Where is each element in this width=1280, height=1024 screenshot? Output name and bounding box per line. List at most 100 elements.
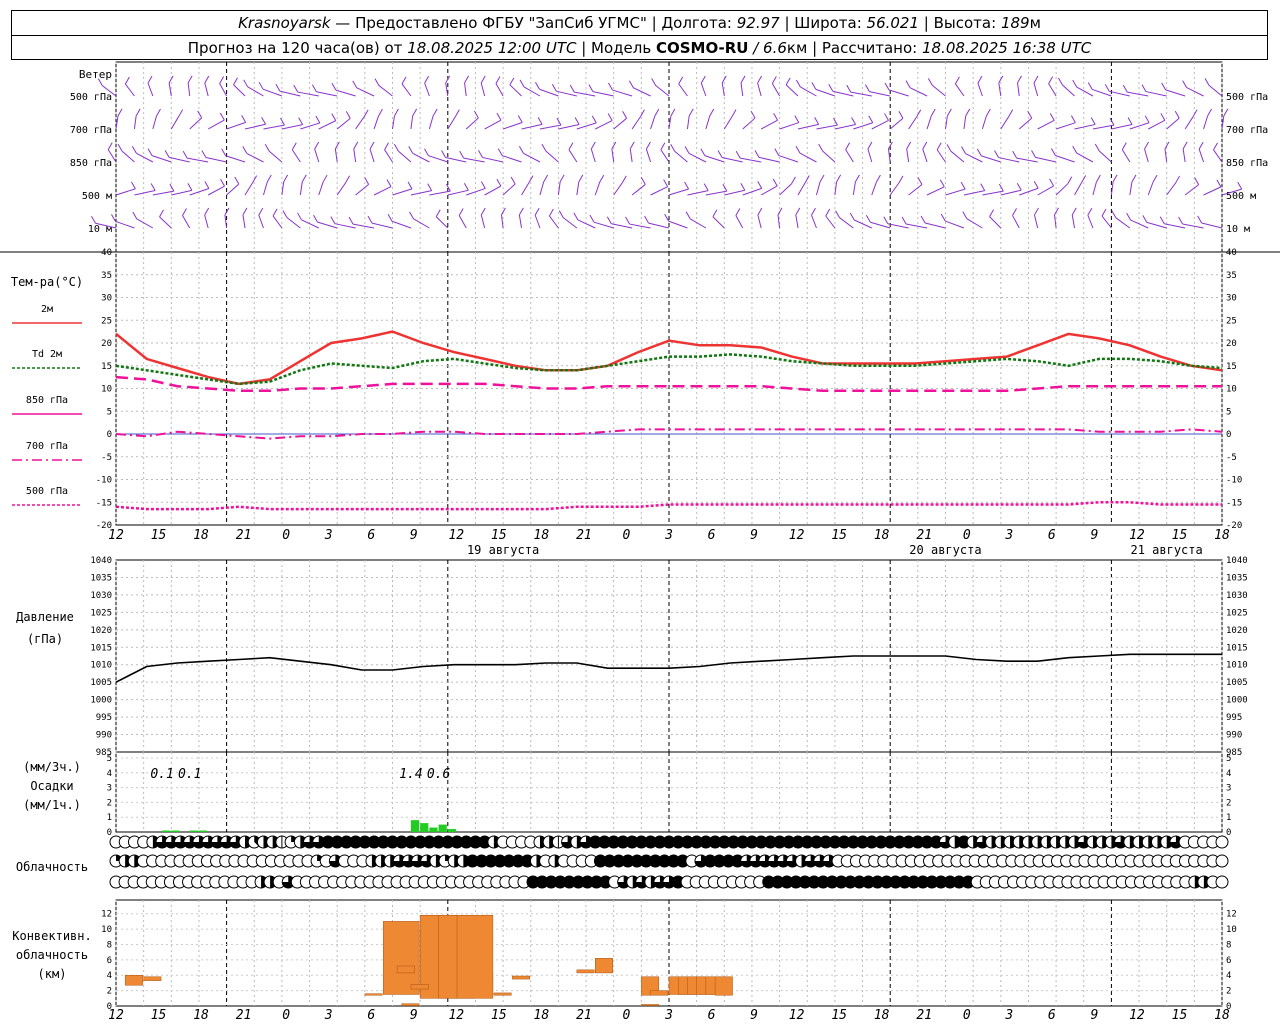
wind-barb-feather xyxy=(314,141,320,150)
wind-barb xyxy=(502,122,523,130)
wind-barb xyxy=(724,189,745,196)
wind-barb-feather xyxy=(868,115,874,124)
wind-barb-feather xyxy=(591,115,597,124)
wind-barb-feather xyxy=(961,146,966,154)
wind-barb-feather xyxy=(1095,174,1101,183)
wind-barb xyxy=(1092,181,1097,196)
precip-tick-label-right: 3 xyxy=(1226,784,1231,794)
time-tick-label-bottom: 9 xyxy=(1090,1008,1098,1023)
wind-barb-feather xyxy=(147,148,153,156)
wind-barb xyxy=(205,156,227,163)
temp-tick-label-right: 35 xyxy=(1226,271,1237,281)
wind-barb xyxy=(297,91,319,97)
wind-barb-feather xyxy=(740,75,746,84)
wind-barb-feather xyxy=(898,175,904,184)
precip-tick-label-left: 4 xyxy=(107,769,112,779)
wind-barb-feather xyxy=(331,113,337,121)
wind-barb xyxy=(1186,87,1204,97)
wind-barb-feather xyxy=(785,77,791,86)
wind-barb-feather xyxy=(663,179,669,187)
wind-barb-feather xyxy=(311,84,317,92)
wind-barb-feather xyxy=(1070,115,1076,123)
wind-barb-feather xyxy=(401,76,407,85)
precip-bar xyxy=(198,830,208,832)
wind-barb-feather xyxy=(204,207,210,216)
wind-barb-feather xyxy=(845,142,851,150)
wind-level-label-right: 850 гПа xyxy=(1226,158,1268,169)
wind-barb xyxy=(613,182,623,196)
wind-barb xyxy=(577,219,596,229)
temp-tick-label-left: -15 xyxy=(96,498,112,508)
day-label: 19 августа xyxy=(467,543,539,557)
wind-barb-feather xyxy=(518,146,524,154)
wind-barb-feather xyxy=(293,84,299,93)
wind-barb-feather xyxy=(224,207,230,216)
wind-barb-feather xyxy=(241,115,247,123)
wind-barb-feather xyxy=(980,183,986,191)
wind-barb xyxy=(1076,86,1094,97)
wind-barb xyxy=(936,149,946,163)
wind-level-label-left: 500 гПа xyxy=(70,92,112,103)
wind-barb xyxy=(705,115,711,130)
wind-barb-feather xyxy=(901,216,907,225)
temp-tick-label-left: 15 xyxy=(101,362,112,372)
wind-barb-feather xyxy=(1072,79,1078,88)
wind-barb xyxy=(502,155,522,163)
time-tick-label-top: 3 xyxy=(664,528,673,543)
wind-barb xyxy=(392,188,413,196)
wind-barb xyxy=(1129,181,1133,196)
wind-barb-feather xyxy=(735,208,741,216)
wind-barb xyxy=(187,157,209,163)
wind-barb-feather xyxy=(1192,109,1198,117)
wind-barb-feather xyxy=(589,214,595,223)
pressure-tick-label-left: 1020 xyxy=(90,626,112,636)
conv-tick-label-left: 4 xyxy=(107,971,112,981)
wind-barb xyxy=(909,87,928,97)
wind-barb-feather xyxy=(1127,117,1133,125)
wind-barb xyxy=(845,149,854,163)
pressure-tick-label-left: 1030 xyxy=(90,591,112,601)
wind-barb-feather xyxy=(386,179,392,187)
time-tick-label-top: 9 xyxy=(750,528,758,543)
wind-barb xyxy=(152,190,174,196)
cloudiness-panel xyxy=(109,835,1229,889)
wind-barb xyxy=(1208,84,1223,97)
wind-barb-feather xyxy=(795,145,801,154)
temp-tick-label-right: 5 xyxy=(1226,407,1231,417)
wind-barb xyxy=(869,91,891,97)
conv-bar xyxy=(714,976,733,996)
wind-barb-feather xyxy=(865,84,870,92)
wind-barb-feather xyxy=(384,142,389,150)
conv-bar xyxy=(576,969,595,974)
wind-barb-feather xyxy=(297,212,302,221)
wind-barb-feather xyxy=(954,76,960,85)
time-tick-label-bottom: 15 xyxy=(831,1008,847,1023)
conv-bar xyxy=(124,974,143,986)
wind-barb-feather xyxy=(1152,174,1158,183)
time-tick-label-bottom: 3 xyxy=(1004,1008,1013,1023)
wind-barb xyxy=(1087,214,1094,229)
time-tick-label-bottom: 0 xyxy=(282,1008,290,1023)
wind-barb-feather xyxy=(164,150,170,158)
wind-barb xyxy=(558,124,580,130)
wind-barb-feather xyxy=(1049,178,1055,187)
wind-barb xyxy=(464,82,467,97)
wind-barb xyxy=(742,117,756,130)
wind-barb xyxy=(1201,222,1223,229)
wind-barb-feather xyxy=(445,183,451,192)
wind-barb xyxy=(825,215,836,229)
wind-barb xyxy=(740,157,762,163)
wind-barb-feather xyxy=(1131,174,1137,183)
temp-tick-label-right: -5 xyxy=(1226,453,1237,463)
time-tick-label-bottom: 18 xyxy=(1214,1008,1230,1023)
wind-barb xyxy=(1101,215,1112,229)
wind-barb xyxy=(945,188,966,196)
wind-barb xyxy=(963,190,985,196)
temp-tick-label-left: 40 xyxy=(101,248,112,258)
wind-barb xyxy=(204,82,209,97)
wind-barb-feather xyxy=(804,175,810,183)
wind-barb xyxy=(735,215,744,229)
wind-barb xyxy=(945,220,965,229)
wind-barb-feather xyxy=(574,117,580,125)
wind-barb-feather xyxy=(1159,216,1165,225)
